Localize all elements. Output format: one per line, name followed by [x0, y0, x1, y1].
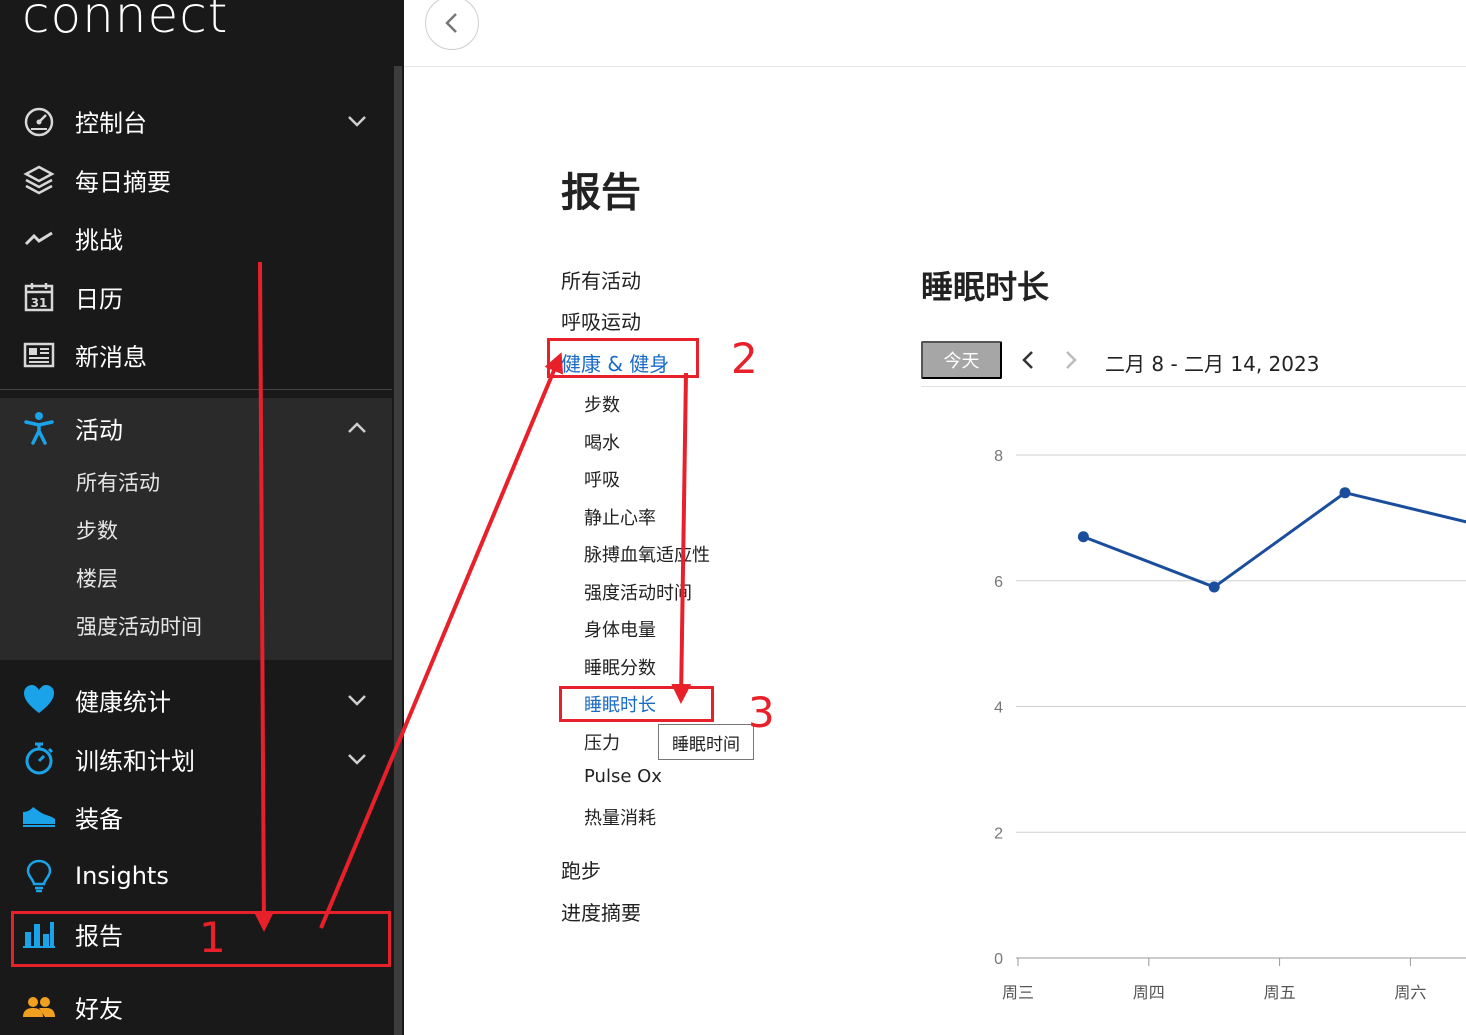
report-subitem-resting-hr[interactable]: 静止心率	[584, 504, 656, 530]
lightbulb-icon	[22, 859, 56, 893]
sidebar-item-gear[interactable]: 装备	[0, 791, 392, 843]
annotation-number-2: 2	[731, 334, 758, 383]
sidebar-item-label: Insights	[75, 862, 169, 890]
report-subitem-spo2-acclimation[interactable]: 脉搏血氧适应性	[584, 541, 710, 567]
report-subitem-pulse-ox[interactable]: Pulse Ox	[584, 766, 662, 787]
friends-icon	[22, 990, 56, 1024]
dashboard-gauge-icon	[22, 104, 56, 138]
series-line	[1082, 491, 1466, 589]
report-subitem-steps[interactable]: 步数	[584, 391, 620, 417]
report-link-breathwork[interactable]: 呼吸运动	[561, 306, 641, 335]
chevron-up-icon[interactable]	[346, 417, 368, 439]
sidebar-item-label: 训练和计划	[75, 747, 195, 776]
annotation-number-3: 3	[748, 688, 775, 737]
person-activity-icon	[22, 411, 56, 445]
y-tick-label: 0	[994, 951, 1003, 968]
y-tick-label: 8	[994, 448, 1003, 465]
report-subitem-stress[interactable]: 压力	[584, 729, 620, 755]
report-subitem-calories[interactable]: 热量消耗	[584, 804, 656, 830]
sidebar-item-daily-summary[interactable]: 每日摘要	[0, 154, 392, 206]
report-subitem-sleep-score[interactable]: 睡眠分数	[584, 654, 656, 680]
sidebar-item-calendar[interactable]: 31 日历	[0, 271, 392, 323]
sidebar-item-training[interactable]: 训练和计划	[0, 733, 392, 785]
report-link-all-activities[interactable]: 所有活动	[561, 265, 641, 294]
sidebar-item-friends[interactable]: 好友	[0, 981, 392, 1033]
sidebar-subitem-steps[interactable]: 步数	[76, 515, 118, 545]
shoe-icon	[22, 800, 56, 834]
date-range-label: 二月 8 - 二月 14, 2023	[1105, 352, 1320, 376]
chevron-down-icon[interactable]	[346, 689, 368, 711]
sidebar-item-label: 健康统计	[75, 688, 171, 717]
y-tick-label: 2	[994, 825, 1003, 842]
chart-title: 睡眠时长	[921, 268, 1050, 306]
report-subitem-respiration[interactable]: 呼吸	[584, 466, 620, 492]
annotation-box-2	[547, 338, 699, 378]
report-link-running[interactable]: 跑步	[561, 855, 601, 884]
sidebar-item-label: 控制台	[75, 109, 147, 138]
prev-period-icon[interactable]	[1018, 348, 1038, 372]
sidebar-item-label: 装备	[75, 805, 123, 834]
svg-text:31: 31	[31, 296, 48, 310]
sidebar-scrollbar[interactable]	[394, 66, 402, 1035]
sidebar-divider	[0, 389, 392, 390]
top-bar	[404, 0, 1466, 67]
sidebar-item-newsfeed[interactable]: 新消息	[0, 329, 392, 381]
sidebar-item-label: 新消息	[75, 343, 147, 372]
calendar-icon: 31	[22, 280, 56, 314]
connect-logo[interactable]: connect	[22, 0, 228, 44]
sidebar-item-label: 好友	[75, 995, 123, 1024]
x-tick-label: 周六	[1394, 983, 1426, 1002]
sidebar-item-insights[interactable]: Insights	[0, 850, 392, 902]
sidebar-subitem-all-activities[interactable]: 所有活动	[76, 467, 160, 497]
x-tick-label: 周三	[1002, 983, 1034, 1002]
sidebar-item-label: 每日摘要	[75, 168, 171, 197]
next-period-icon[interactable]	[1061, 348, 1081, 372]
report-subitem-intensity-minutes[interactable]: 强度活动时间	[584, 579, 692, 605]
sidebar-item-challenges[interactable]: 挑战	[0, 212, 392, 264]
sidebar-item-label: 挑战	[75, 226, 123, 255]
sidebar-item-label: 活动	[75, 416, 123, 445]
chevron-down-icon[interactable]	[346, 748, 368, 770]
sidebar-item-dashboard[interactable]: 控制台	[0, 95, 392, 147]
page-title: 报告	[561, 170, 641, 216]
annotation-number-1: 1	[199, 913, 226, 962]
newsfeed-icon	[22, 338, 56, 372]
sidebar-item-health-stats[interactable]: 健康统计	[0, 674, 392, 726]
sidebar-item-label: 日历	[75, 285, 123, 314]
tooltip: 睡眠时间	[658, 724, 754, 760]
data-point	[1208, 581, 1220, 593]
x-tick-label: 周四	[1133, 983, 1165, 1002]
y-tick-label: 4	[994, 700, 1003, 717]
sidebar-item-activities[interactable]: 活动	[0, 402, 392, 454]
chevron-left-icon	[445, 13, 457, 33]
sidebar-subitem-intensity-minutes[interactable]: 强度活动时间	[76, 611, 202, 641]
x-tick-label: 周五	[1264, 983, 1296, 1002]
chevron-down-icon[interactable]	[346, 110, 368, 132]
sidebar-subitem-floors[interactable]: 楼层	[76, 563, 118, 593]
trend-line-icon	[22, 221, 56, 255]
main-content: 报告 所有活动 呼吸运动 健康 & 健身 步数 喝水 呼吸 静止心率 脉搏血氧适…	[404, 0, 1466, 1035]
sidebar: connect 控制台 每日摘要 挑战 31 日历 新消息 活动 所有活动 步数…	[0, 0, 404, 1035]
data-point	[1339, 487, 1351, 499]
report-subitem-body-battery[interactable]: 身体电量	[584, 616, 656, 642]
report-link-progress-summary[interactable]: 进度摘要	[561, 897, 641, 926]
sleep-duration-chart: 0 2 4 6 8 周三 周四 周五 周六	[994, 448, 1466, 1002]
heart-icon	[22, 683, 56, 717]
y-tick-label: 6	[994, 574, 1003, 591]
back-button[interactable]	[425, 0, 479, 50]
date-range-divider	[921, 386, 1466, 387]
stopwatch-icon	[22, 742, 56, 776]
annotation-box-3	[559, 686, 714, 722]
layers-icon	[22, 163, 56, 197]
today-button[interactable]: 今天	[921, 341, 1002, 379]
report-subitem-hydration[interactable]: 喝水	[584, 429, 620, 455]
data-point	[1077, 531, 1089, 543]
